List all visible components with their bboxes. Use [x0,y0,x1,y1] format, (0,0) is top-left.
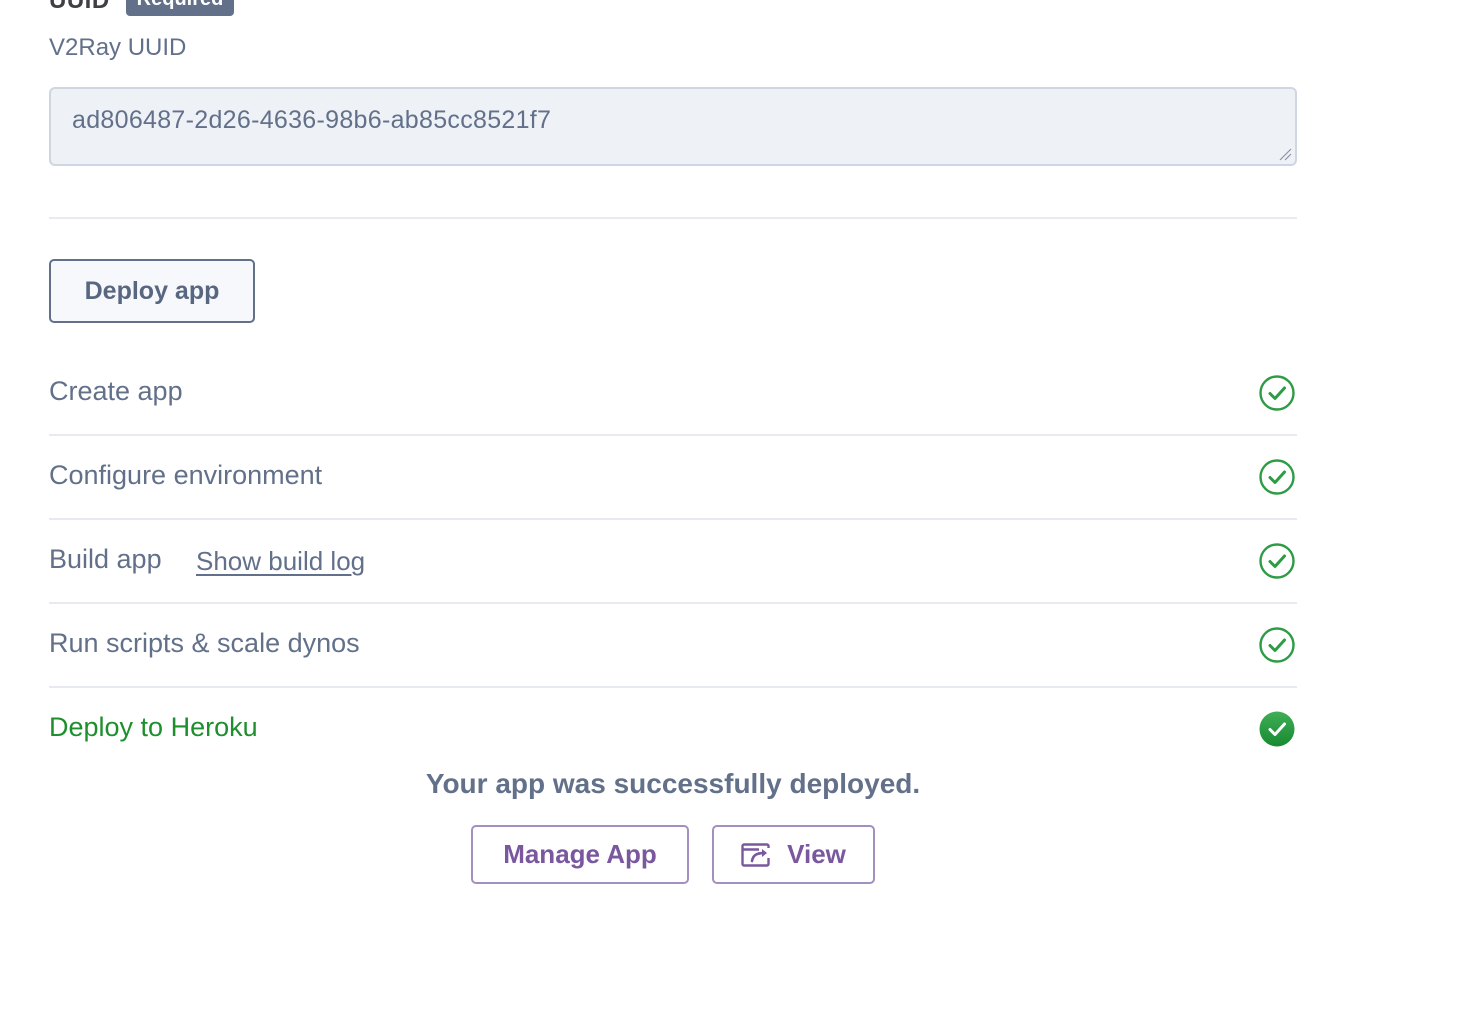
field-name: UUID [49,0,110,14]
uuid-textarea[interactable]: ad806487-2d26-4636-98b6-ab85cc8521f7 [49,87,1297,166]
view-label: View [787,839,846,869]
uuid-value: ad806487-2d26-4636-98b6-ab85cc8521f7 [72,106,552,134]
check-circle-filled-icon [1259,711,1295,747]
step-label: Create app [49,376,183,406]
step-run-scripts: Run scripts & scale dynos [49,604,1297,688]
step-create-app: Create app [49,352,1297,436]
step-configure-environment: Configure environment [49,436,1297,520]
check-circle-outline-icon [1259,627,1295,663]
open-window-icon [741,842,773,867]
step-label: Configure environment [49,460,323,490]
show-build-log-link[interactable]: Show build log [196,546,365,577]
required-badge: Required [125,0,235,16]
manage-app-label: Manage App [503,839,657,869]
field-header: UUID Required [49,0,235,16]
deploy-app-button[interactable]: Deploy app [49,259,255,323]
success-message: Your app was successfully deployed. [425,768,921,799]
check-circle-outline-icon [1259,459,1295,495]
manage-app-button[interactable]: Manage App [471,825,689,884]
deploy-page: UUID Required V2Ray UUID ad806487-2d26-4… [0,0,1476,1012]
step-label: Run scripts & scale dynos [49,628,360,658]
resize-grip-icon[interactable] [1278,147,1292,161]
deploy-steps-list: Create app Configure environment Build a… [49,352,1297,770]
step-label: Deploy to Heroku [49,712,258,742]
step-build-app: Build app Show build log [49,520,1297,604]
check-circle-outline-icon [1259,543,1295,579]
step-deploy-to-heroku: Deploy to Heroku [49,688,1297,770]
check-circle-outline-icon [1259,375,1295,411]
step-label: Build app [49,544,162,574]
view-app-button[interactable]: View [712,825,875,884]
section-divider [49,217,1297,219]
field-description: V2Ray UUID [49,34,187,61]
